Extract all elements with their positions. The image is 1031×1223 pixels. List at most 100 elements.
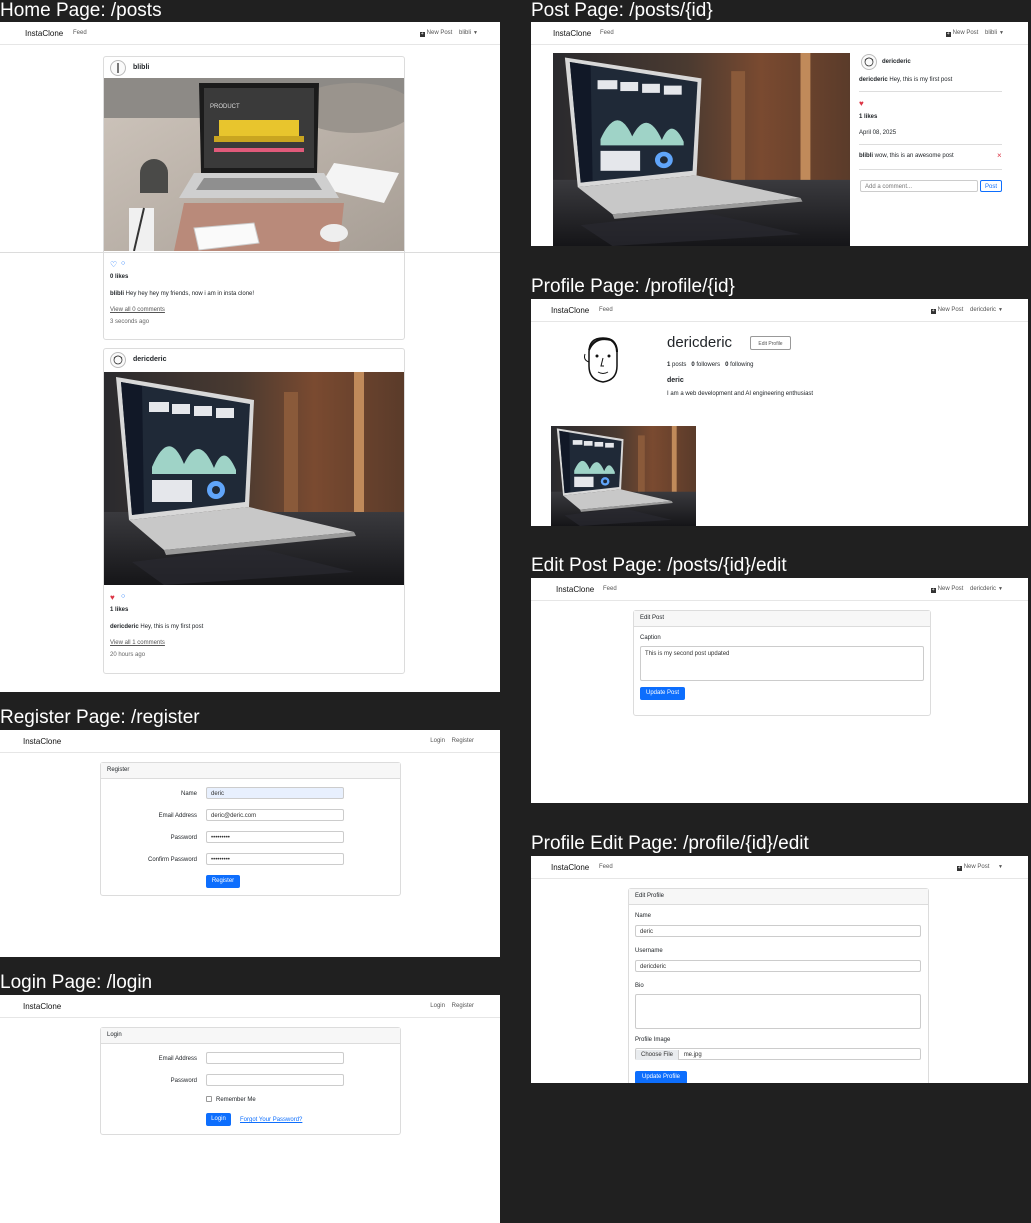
login-caption-title: Login Page: /login — [0, 972, 153, 993]
caret-down-icon: ▼ — [999, 30, 1004, 36]
caret-down-icon: ▼ — [998, 307, 1003, 313]
view-comments-link[interactable]: View all 0 comments — [110, 307, 165, 313]
post-screenshot: InstaClone Feed + New Post blibli ▼ dericd… — [531, 22, 1028, 246]
email-input[interactable]: deric@deric.com — [206, 809, 344, 821]
user-dropdown[interactable]: dericderic ▼ — [970, 307, 1003, 313]
post-card: blibli PRODUCT ♡ ○ 0 likes blibli Hey he… — [103, 56, 405, 340]
brand-link[interactable]: InstaClone — [556, 585, 594, 594]
feed-link[interactable]: Feed — [599, 864, 613, 870]
delete-comment-icon[interactable]: × — [997, 151, 1002, 160]
password-input[interactable] — [206, 1074, 344, 1086]
choose-file-button[interactable]: Choose File — [636, 1050, 680, 1060]
navbar: InstaClone Login Register — [0, 995, 500, 1018]
remember-checkbox[interactable] — [206, 1096, 212, 1102]
post-time: 20 hours ago — [110, 652, 146, 658]
remember-label: Remember Me — [216, 1097, 256, 1103]
brand-link[interactable]: InstaClone — [23, 737, 61, 746]
email-label: Email Address — [158, 1056, 197, 1062]
profile-avatar — [581, 332, 625, 388]
name-input[interactable]: deric — [635, 925, 921, 937]
edit-post-caption-title: Edit Post Page: /posts/{id}/edit — [531, 555, 787, 576]
profile-image-label: Profile Image — [635, 1037, 671, 1043]
avatar[interactable] — [110, 60, 126, 76]
profile-edit-screenshot: InstaClone Feed + New Post ▼ Edit Profile… — [531, 856, 1028, 1083]
new-post-link[interactable]: + New Post — [930, 586, 963, 593]
register-link[interactable]: Register — [452, 1003, 474, 1009]
card-title: Register — [101, 763, 400, 779]
forgot-password-link[interactable]: Forgot Your Password? — [240, 1117, 302, 1123]
brand-link[interactable]: InstaClone — [23, 1002, 61, 1011]
avatar[interactable] — [861, 54, 877, 70]
login-button[interactable]: Login — [206, 1113, 231, 1126]
brand-link[interactable]: InstaClone — [553, 29, 591, 38]
user-dropdown[interactable]: ▼ — [996, 864, 1003, 870]
post-image[interactable]: PRODUCT — [104, 78, 404, 251]
password-input[interactable]: ••••••••• — [206, 831, 344, 843]
avatar[interactable] — [110, 352, 126, 368]
post-comment-button[interactable]: Post — [980, 180, 1002, 192]
brand-link[interactable]: InstaClone — [25, 29, 63, 38]
register-caption-title: Register Page: /register — [0, 707, 200, 728]
heart-filled-icon[interactable]: ♥ — [859, 99, 864, 108]
plus-icon: + — [956, 865, 962, 871]
update-post-button[interactable]: Update Post — [640, 687, 685, 700]
confirm-password-input[interactable]: ••••••••• — [206, 853, 344, 865]
edit-post-screenshot: InstaClone Feed + New Post dericderic ▼ Ed… — [531, 578, 1028, 803]
profile-username: dericderic — [667, 334, 733, 351]
user-dropdown[interactable]: blibli ▼ — [459, 30, 478, 36]
login-link[interactable]: Login — [430, 1003, 445, 1009]
register-button[interactable]: Register — [206, 875, 240, 888]
user-dropdown[interactable]: dericderic ▼ — [970, 586, 1003, 592]
new-post-link[interactable]: + New Post — [930, 307, 963, 314]
heart-filled-icon[interactable]: ♥ — [110, 593, 115, 602]
name-label: Name — [635, 913, 652, 919]
feed-link[interactable]: Feed — [603, 586, 617, 592]
feed-link[interactable]: Feed — [73, 30, 87, 36]
brand-link[interactable]: InstaClone — [551, 306, 589, 315]
name-input[interactable]: deric — [206, 787, 344, 799]
profile-name: deric — [667, 377, 684, 384]
edit-profile-button[interactable]: Edit Profile — [750, 336, 791, 350]
new-post-link[interactable]: + New Post — [956, 864, 989, 871]
comment-icon[interactable]: ○ — [121, 260, 125, 267]
comment-icon[interactable]: ○ — [121, 593, 125, 600]
email-input[interactable] — [206, 1052, 344, 1064]
update-profile-button[interactable]: Update Profile — [635, 1071, 687, 1083]
bio-textarea[interactable] — [635, 994, 921, 1029]
view-comments-link[interactable]: View all 1 comments — [110, 640, 165, 646]
post-image[interactable] — [104, 372, 404, 585]
post-username[interactable]: blibli — [133, 64, 149, 71]
post-card: dericderic ♥ ○ 1 likes dericderic Hey, t… — [103, 348, 405, 674]
home-screenshot: InstaClone Feed + New Post blibli ▼ blibli… — [0, 22, 500, 692]
user-dropdown[interactable]: blibli ▼ — [985, 30, 1004, 36]
new-post-link[interactable]: + New Post — [419, 30, 452, 37]
login-link[interactable]: Login — [430, 738, 445, 744]
profile-post-thumbnail[interactable] — [551, 426, 696, 526]
profile-caption-title: Profile Page: /profile/{id} — [531, 276, 735, 297]
comment-input[interactable]: Add a comment... — [860, 180, 978, 192]
navbar: InstaClone Feed + New Post dericderic ▼ — [531, 299, 1028, 322]
feed-link[interactable]: Feed — [599, 307, 613, 313]
post-caption: blibli Hey hey hey my friends, now i am … — [110, 291, 255, 297]
navbar: InstaClone Feed + New Post ▼ — [531, 856, 1028, 879]
username-input[interactable]: dericderic — [635, 960, 921, 972]
edit-profile-card: Edit Profile Name deric Username dericde… — [628, 888, 929, 1083]
new-post-link[interactable]: + New Post — [945, 30, 978, 37]
password-label: Password — [170, 835, 197, 841]
post-username[interactable]: dericderic — [133, 356, 166, 363]
post-username[interactable]: dericderic — [882, 59, 911, 65]
caption-textarea[interactable]: This is my second post updated — [640, 646, 924, 681]
plus-icon: + — [930, 587, 936, 593]
post-image[interactable] — [553, 53, 850, 246]
heart-outline-icon[interactable]: ♡ — [110, 260, 117, 269]
feed-link[interactable]: Feed — [600, 30, 614, 36]
brand-link[interactable]: InstaClone — [551, 863, 589, 872]
profile-image-input[interactable]: Choose File me.jpg — [635, 1048, 921, 1060]
divider — [859, 144, 1002, 145]
caret-down-icon: ▼ — [473, 30, 478, 36]
caret-down-icon: ▼ — [998, 586, 1003, 592]
divider — [859, 169, 1002, 170]
bio-label: Bio — [635, 983, 644, 989]
post-time: 3 seconds ago — [110, 319, 150, 325]
register-link[interactable]: Register — [452, 738, 474, 744]
